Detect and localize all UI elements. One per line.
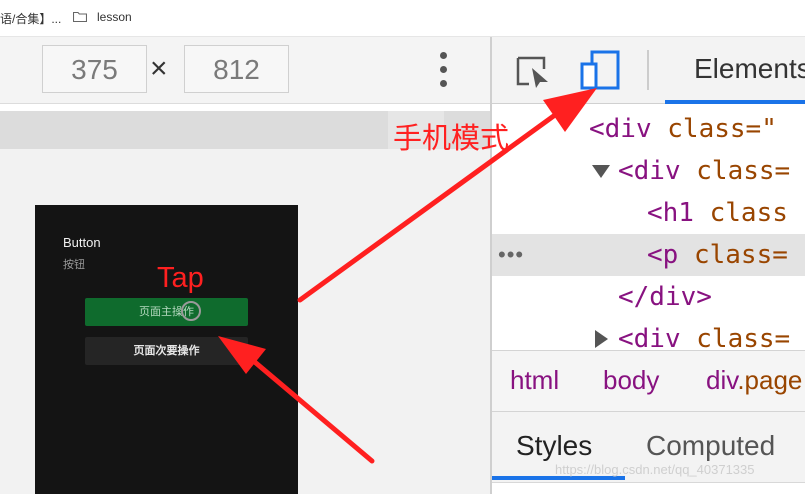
dom-tag: <div bbox=[618, 156, 681, 186]
folder-icon bbox=[73, 11, 87, 22]
bookmark-item[interactable]: 语/合集】... bbox=[0, 10, 61, 27]
breadcrumb-html[interactable]: html bbox=[510, 365, 559, 396]
dom-attr: class bbox=[709, 198, 788, 228]
inspect-element-icon[interactable] bbox=[515, 55, 551, 89]
annotation-device-mode: 手机模式 bbox=[393, 123, 510, 155]
page-title: Button bbox=[63, 235, 101, 250]
dom-tag: <p bbox=[647, 240, 679, 270]
tab-computed[interactable]: Computed bbox=[646, 430, 775, 462]
tab-styles[interactable]: Styles bbox=[516, 430, 592, 462]
toolbar-separator bbox=[647, 50, 649, 90]
dimension-separator: × bbox=[150, 52, 168, 85]
more-actions-icon[interactable]: ••• bbox=[498, 234, 524, 276]
dom-node-selected[interactable]: ••• <p class= bbox=[492, 234, 805, 276]
dom-tag: <div bbox=[618, 324, 681, 350]
more-options-icon[interactable] bbox=[437, 52, 449, 88]
collapse-triangle-icon[interactable] bbox=[592, 165, 610, 178]
breadcrumb-tag: div bbox=[706, 365, 738, 395]
expand-triangle-icon[interactable] bbox=[595, 330, 608, 348]
dom-attr: class= bbox=[693, 240, 788, 270]
breadcrumb-div-page[interactable]: div.page bbox=[706, 365, 802, 396]
secondary-action-button[interactable]: 页面次要操作 bbox=[85, 337, 248, 365]
tab-elements[interactable]: Elements bbox=[694, 53, 805, 85]
watermark: https://blog.csdn.net/qq_40371335 bbox=[555, 462, 755, 477]
dom-node[interactable]: </div> bbox=[492, 276, 805, 318]
dom-attr: class= bbox=[696, 324, 791, 350]
viewport-height-input[interactable]: 812 bbox=[184, 45, 289, 93]
dom-tree: <div class=" <div class= <h1 class ••• <… bbox=[492, 104, 805, 350]
dom-tag: <div bbox=[589, 114, 652, 144]
primary-action-button[interactable]: 页面主操作 bbox=[85, 298, 248, 326]
breadcrumb: html body div.page bbox=[492, 350, 805, 412]
touch-cursor-icon bbox=[181, 301, 201, 321]
dom-attr: class=" bbox=[667, 114, 777, 144]
breadcrumb-class: .page bbox=[737, 365, 803, 395]
styles-pane bbox=[492, 482, 805, 495]
dom-node[interactable]: <div class=" bbox=[492, 108, 805, 150]
device-toolbar-icon[interactable] bbox=[580, 50, 620, 90]
dom-node[interactable]: <div class= bbox=[492, 150, 805, 192]
breadcrumb-body[interactable]: body bbox=[603, 365, 659, 396]
dom-tag: </div> bbox=[618, 282, 712, 312]
bookmark-lesson[interactable]: lesson bbox=[97, 10, 132, 24]
dom-attr: class= bbox=[696, 156, 791, 186]
dom-node[interactable]: <h1 class bbox=[492, 192, 805, 234]
dom-tag: <h1 bbox=[647, 198, 694, 228]
viewport-width-input[interactable]: 375 bbox=[42, 45, 147, 93]
page-subtitle: 按钮 bbox=[63, 259, 85, 271]
dom-node[interactable]: <div class= bbox=[492, 318, 805, 350]
annotation-tap: Tap bbox=[157, 262, 204, 294]
